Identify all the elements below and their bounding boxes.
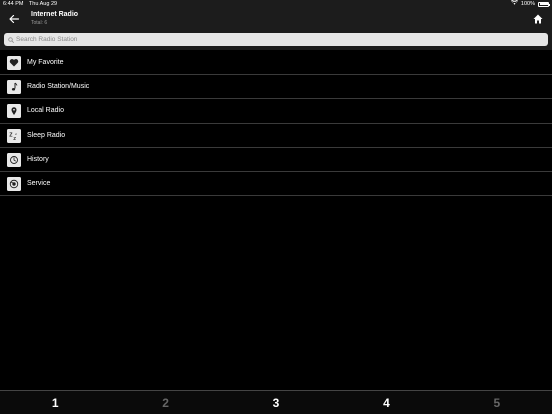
home-icon — [533, 14, 543, 24]
home-button[interactable] — [530, 11, 546, 27]
tab-3[interactable]: 3 — [221, 391, 331, 414]
menu-item-label: Local Radio — [27, 107, 64, 115]
bottom-tab-bar: 1 2 3 4 5 — [0, 390, 552, 414]
svg-text:Z: Z — [9, 132, 13, 138]
svg-text:Z: Z — [13, 136, 16, 141]
menu-item-label: Radio Station/Music — [27, 83, 90, 91]
search-bar — [0, 30, 552, 50]
tab-5[interactable]: 5 — [442, 391, 552, 414]
music-note-icon — [7, 80, 21, 95]
menu-item-radio-station-music[interactable]: Radio Station/Music — [0, 75, 552, 100]
search-box[interactable] — [4, 33, 548, 46]
tab-2[interactable]: 2 — [110, 391, 220, 414]
menu-item-label: Service — [27, 179, 51, 187]
nav-bar: Internet Radio Total: 6 — [0, 8, 552, 30]
tab-1[interactable]: 1 — [0, 391, 110, 414]
svg-text:z: z — [15, 131, 17, 135]
heart-icon — [7, 56, 21, 70]
status-date: Thu Aug 29 — [28, 1, 58, 7]
menu-item-label: History — [27, 155, 49, 163]
menu-item-service[interactable]: Service — [0, 172, 552, 197]
menu-item-label: My Favorite — [27, 59, 64, 66]
search-icon — [8, 36, 14, 43]
history-clock-icon — [7, 152, 21, 167]
menu-list: My Favorite Radio Station/Music Local Ra… — [0, 51, 552, 197]
wifi-icon — [510, 0, 518, 8]
status-time: 6:44 PM — [3, 1, 24, 7]
menu-item-sleep-radio[interactable]: ZZz Sleep Radio — [0, 124, 552, 148]
location-pin-icon — [7, 104, 21, 119]
battery-percent: 100% — [520, 1, 535, 7]
status-bar: 6:44 PM Thu Aug 29 100% — [0, 0, 552, 8]
page-subtitle: Total: 6 — [31, 20, 48, 26]
battery-icon — [538, 1, 550, 7]
sleep-zz-icon: ZZz — [7, 128, 21, 143]
status-right: 100% — [510, 0, 550, 8]
search-input[interactable] — [16, 34, 536, 45]
page-title: Internet Radio — [31, 11, 79, 18]
tab-4[interactable]: 4 — [331, 391, 441, 414]
menu-item-local-radio[interactable]: Local Radio — [0, 99, 552, 124]
status-left: 6:44 PM Thu Aug 29 — [3, 0, 61, 8]
arrow-left-icon — [9, 15, 19, 23]
menu-item-history[interactable]: History — [0, 148, 552, 172]
service-globe-icon — [7, 176, 21, 191]
menu-item-my-favorite[interactable]: My Favorite — [0, 51, 552, 76]
menu-item-label: Sleep Radio — [27, 131, 66, 139]
back-button[interactable] — [6, 11, 22, 27]
